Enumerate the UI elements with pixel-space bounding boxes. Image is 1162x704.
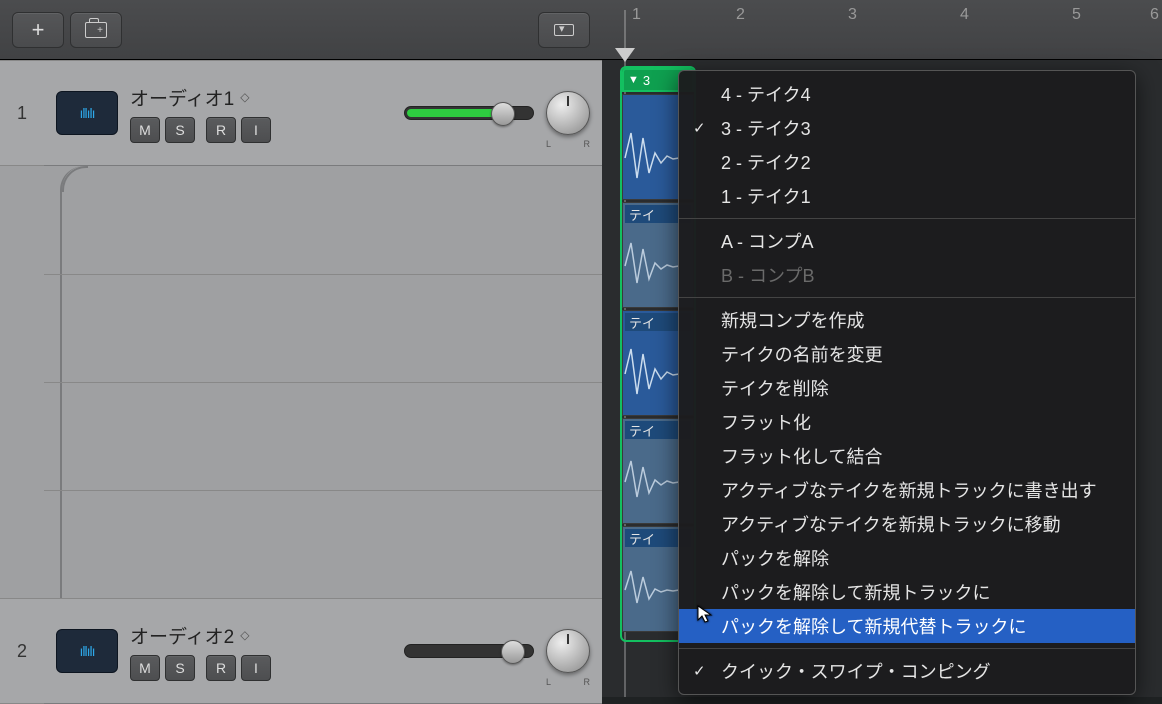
record-button[interactable]: R [206,655,236,681]
menu-separator [679,297,1135,298]
menu-separator [679,648,1135,649]
menu-item-move-active[interactable]: アクティブなテイクを新規トラックに移動 [679,507,1135,541]
ruler[interactable]: 1 2 3 4 5 6 [602,0,1162,60]
track-button-row: M S R I [130,655,392,681]
view-dropdown-button[interactable] [538,12,590,48]
lane-separator [44,382,602,383]
ruler-mark: 5 [1072,6,1081,24]
lane-separator [44,274,602,275]
take-context-menu[interactable]: 4 - テイク4 ✓3 - テイク3 2 - テイク2 1 - テイク1 A -… [678,70,1136,695]
volume-fill [407,109,497,117]
pan-control: LR [546,629,590,673]
pan-labels: LR [546,677,590,687]
input-button[interactable]: I [241,117,271,143]
menu-item-new-comp[interactable]: 新規コンプを作成 [679,303,1135,337]
track-header-panel: 1 2 ıllılı オーディオ1◇ M S R I LR ıllılı オ [0,60,602,697]
track-header[interactable]: ıllılı オーディオ1◇ M S R I LR [44,60,602,166]
menu-item-take[interactable]: 1 - テイク1 [679,179,1135,213]
track-header[interactable]: ıllılı オーディオ2◇ M S R I LR [44,598,602,704]
audio-wave-icon: ıllılı [80,105,95,121]
track-number[interactable]: 2 [0,598,44,704]
menu-item-take[interactable]: 2 - テイク2 [679,145,1135,179]
volume-knob[interactable] [491,102,515,126]
audio-wave-icon: ıllılı [80,643,95,659]
menu-item-comp[interactable]: A - コンプA [679,224,1135,258]
plus-icon: + [32,17,45,43]
pan-control: LR [546,91,590,135]
ruler-mark: 4 [960,6,969,24]
volume-slider[interactable] [404,106,534,120]
menu-item-take[interactable]: ✓3 - テイク3 [679,111,1135,145]
mute-button[interactable]: M [130,655,160,681]
track-controls: オーディオ2◇ M S R I [130,622,392,681]
playhead[interactable] [615,48,635,62]
menu-item-unpack-alt-tracks[interactable]: パックを解除して新規代替トラックに [679,609,1135,643]
track-title[interactable]: オーディオ2◇ [130,622,392,649]
track-type-icon: ıllılı [56,629,118,673]
updown-icon: ◇ [240,90,249,104]
input-button[interactable]: I [241,655,271,681]
pan-labels: LR [546,139,590,149]
lane-separator [44,490,602,491]
ruler-mark: 6 [1150,6,1159,24]
track-title[interactable]: オーディオ1◇ [130,84,392,111]
add-folder-button[interactable] [70,12,122,48]
menu-item-unpack-new-tracks[interactable]: パックを解除して新規トラックに [679,575,1135,609]
menu-item-flatten-merge[interactable]: フラット化して結合 [679,439,1135,473]
checkmark-icon: ✓ [693,119,706,137]
record-button[interactable]: R [206,117,236,143]
menu-item-comp-disabled: B - コンプB [679,258,1135,292]
checkmark-icon: ✓ [693,662,706,680]
add-track-button[interactable]: + [12,12,64,48]
take-folder-number: 3 [643,73,650,88]
track-number-column: 1 2 [0,60,44,697]
track-button-row: M S R I [130,117,392,143]
folder-plus-icon [85,22,107,38]
menu-item-quick-swipe[interactable]: ✓クイック・スワイプ・コンピング [679,654,1135,688]
updown-icon: ◇ [240,628,249,642]
menu-item-flatten[interactable]: フラット化 [679,405,1135,439]
menu-item-delete-take[interactable]: テイクを削除 [679,371,1135,405]
solo-button[interactable]: S [165,117,195,143]
menu-item-unpack[interactable]: パックを解除 [679,541,1135,575]
chevron-down-icon [554,24,574,36]
volume-knob[interactable] [501,640,525,664]
ruler-mark: 2 [736,6,745,24]
menu-separator [679,218,1135,219]
pan-knob[interactable] [546,629,590,673]
ruler-mark: 1 [632,6,641,24]
track-type-icon: ıllılı [56,91,118,135]
toolbar: + [0,0,602,60]
menu-item-export-active[interactable]: アクティブなテイクを新規トラックに書き出す [679,473,1135,507]
track-number[interactable]: 1 [0,60,44,166]
ruler-mark: 3 [848,6,857,24]
mute-button[interactable]: M [130,117,160,143]
volume-slider[interactable] [404,644,534,658]
solo-button[interactable]: S [165,655,195,681]
pan-knob[interactable] [546,91,590,135]
menu-item-take[interactable]: 4 - テイク4 [679,77,1135,111]
disclosure-triangle-icon[interactable]: ▼ [628,74,639,86]
track-controls: オーディオ1◇ M S R I [130,84,392,143]
menu-item-rename-take[interactable]: テイクの名前を変更 [679,337,1135,371]
